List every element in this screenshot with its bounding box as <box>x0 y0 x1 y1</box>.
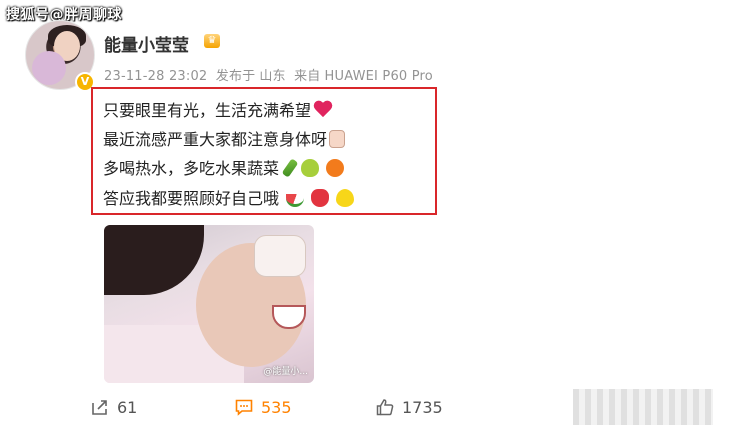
blurred-region <box>573 389 713 425</box>
username[interactable]: 能量小莹莹 <box>104 31 189 56</box>
orange-icon <box>326 159 345 177</box>
post-text-line-4: 答应我都要照顾好自己哦 <box>103 185 355 209</box>
post-meta: 23-11-28 23:02 发布于 山东 来自 HUAWEI P60 Pro <box>104 65 437 84</box>
post-time[interactable]: 23-11-28 23:02 <box>104 69 207 84</box>
share-count: 61 <box>117 398 138 417</box>
post-text-line-2: 最近流感严重大家都注意身体呀 <box>103 126 346 150</box>
comment-icon <box>235 399 253 416</box>
fist-icon <box>329 130 346 148</box>
celery-icon <box>281 158 299 178</box>
thumbs-up-icon <box>376 399 394 416</box>
vip-crown-icon: ♛ <box>204 34 220 48</box>
post-location: 山东 <box>259 69 286 84</box>
pear-icon <box>301 159 320 177</box>
share-button[interactable]: 61 <box>91 398 137 417</box>
post-text-line-3: 多喝热水，多吃水果蔬菜 <box>103 155 345 179</box>
like-button[interactable]: 1735 <box>376 398 443 417</box>
device-prefix: 来自 <box>294 69 321 84</box>
post-text-line-1: 只要眼里有光，生活充满希望 <box>103 97 333 121</box>
like-count: 1735 <box>402 398 443 417</box>
post-image[interactable]: @能量小... <box>104 225 314 383</box>
share-icon <box>92 400 107 415</box>
watermelon-icon <box>286 194 305 207</box>
heart-icon <box>313 101 333 119</box>
post-device: HUAWEI P60 Pro <box>324 69 433 84</box>
pajama-bear-print <box>254 235 306 277</box>
plush-toy <box>32 51 66 85</box>
comment-count: 535 <box>261 398 292 417</box>
posted-from-label: 发布于 <box>215 69 256 84</box>
lemon-icon <box>336 189 355 207</box>
comment-button[interactable]: 535 <box>235 398 292 417</box>
image-watermark: @能量小... <box>263 367 308 377</box>
strawberry-icon <box>311 189 330 207</box>
